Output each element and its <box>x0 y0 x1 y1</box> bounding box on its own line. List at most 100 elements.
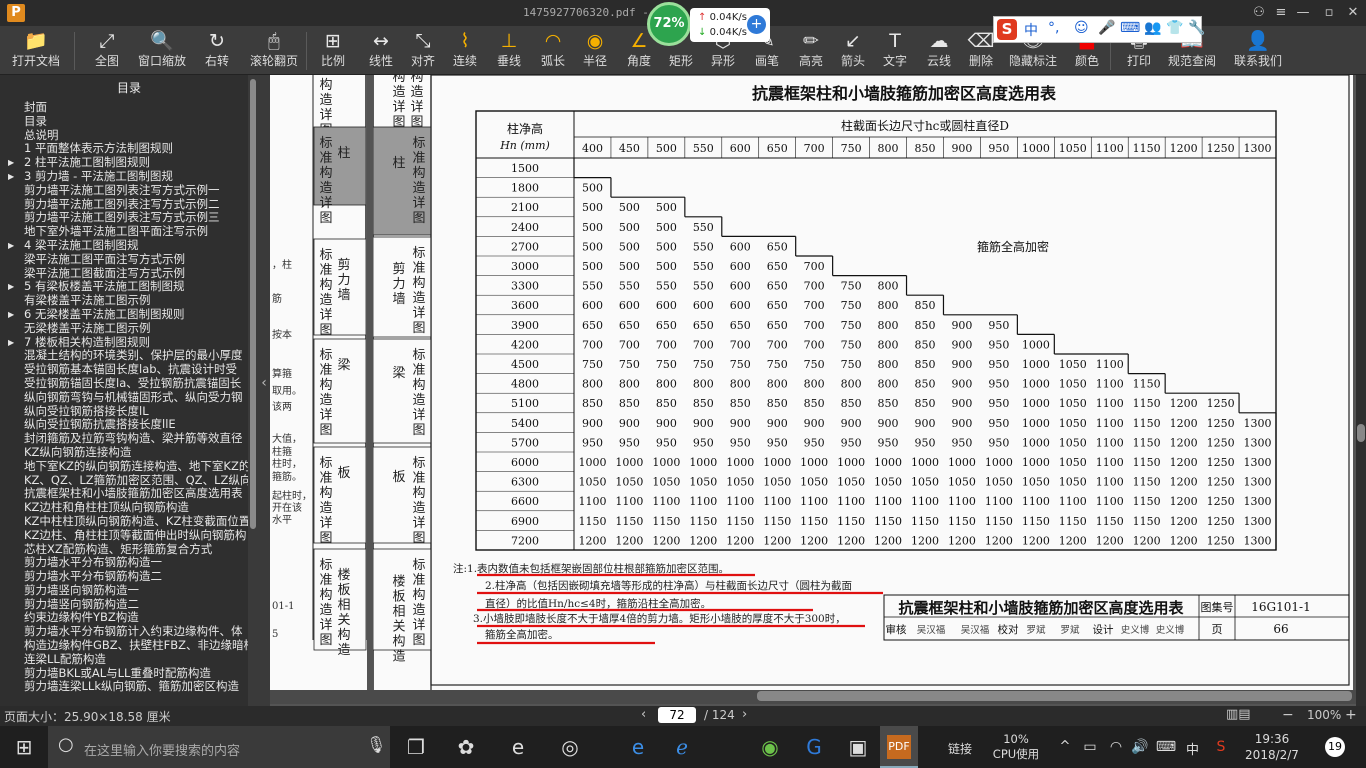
toolbar-contact-button[interactable]: 👤 联系我们 <box>1232 28 1284 74</box>
cpu-monitor[interactable]: 10% CPU使用 <box>992 732 1040 762</box>
toc-item[interactable]: 剪力墙水平分布钢筋构造二 <box>0 570 258 584</box>
toolbar-linear-button[interactable]: ↔ 线性 <box>362 28 400 74</box>
edge-icon[interactable]: e <box>624 726 652 768</box>
toc-item[interactable]: KZ边柱、角柱柱顶等截面伸出时纵向钢筋构 <box>0 529 258 543</box>
network-monitor-badge[interactable]: 72% <box>647 2 691 46</box>
toc-item[interactable]: 总说明 <box>0 129 258 143</box>
toolbar-cloud-button[interactable]: ☁ 云线 <box>920 28 958 74</box>
toolbar-arc-length-button[interactable]: ◠ 弧长 <box>534 28 572 74</box>
toolbar-highlight-button[interactable]: ✏ 高亮 <box>792 28 830 74</box>
toc-item[interactable]: ▶ 6 无梁楼盖平法施工图制图规则 <box>0 308 258 322</box>
horizontal-scroll-thumb[interactable] <box>757 691 1352 701</box>
toc-item[interactable]: 1 平面整体表示方法制图规则 <box>0 142 258 156</box>
task-view-icon[interactable]: ❐ <box>402 726 430 768</box>
toc-item[interactable]: ▶ 3 剪力墙 - 平法施工图制图规 <box>0 170 258 184</box>
toolbar-arrow-button[interactable]: ↙ 箭头 <box>834 28 872 74</box>
toc-item[interactable]: 有梁楼盖平法施工图示例 <box>0 294 258 308</box>
clock[interactable]: 19:36 2018/2/7 <box>1240 731 1304 763</box>
toc-item[interactable]: ▶ 5 有梁板楼盖平法施工图制图规 <box>0 280 258 294</box>
browser-green-icon[interactable]: ◉ <box>756 726 784 768</box>
vertical-scroll-thumb[interactable] <box>1357 424 1365 442</box>
toc-item[interactable]: 梁平法施工图截面注写方式示例 <box>0 267 258 281</box>
collapse-sidebar-icon[interactable]: ‹ <box>258 375 270 399</box>
toc-item[interactable]: 约束边缘构件YBZ构造 <box>0 611 258 625</box>
toc-item[interactable]: 剪力墙连梁LLk纵向钢筋、箍筋加密区构造 <box>0 680 258 694</box>
toc-item[interactable]: 地下室KZ的纵向钢筋连接构造、地下室KZ的 <box>0 460 258 474</box>
toc-item[interactable]: 纵向钢筋弯钩与机械锚固形式、纵向受力钢 <box>0 391 258 405</box>
toolbar-continuous-button[interactable]: ⌇ 连续 <box>446 28 484 74</box>
ie-icon[interactable]: e <box>504 726 532 768</box>
next-page-button[interactable]: › <box>742 707 747 722</box>
toc-item[interactable]: KZ中柱柱顶纵向钢筋构造、KZ柱变截面位置 <box>0 515 258 529</box>
ime-item[interactable]: ☺ <box>1074 20 1089 36</box>
expand-arrow-icon[interactable]: ▶ <box>8 280 14 294</box>
ime-item[interactable]: °, <box>1048 20 1059 36</box>
vertical-scrollbar[interactable] <box>1356 75 1366 706</box>
toolbar-rotate-button[interactable]: ↻ 右转 <box>202 28 232 74</box>
toolbar-text-button[interactable]: T 文字 <box>876 28 914 74</box>
toc-item[interactable]: 构造边缘构件GBZ、扶壁柱FBZ、非边缘暗柱 <box>0 639 258 653</box>
toolbar-fit-all-button[interactable]: ⤢ 全图 <box>90 28 124 74</box>
close-button[interactable]: ✕ <box>1342 3 1364 23</box>
app-pinwheel-icon[interactable]: ✿ <box>452 726 480 768</box>
expand-arrow-icon[interactable]: ▶ <box>8 308 14 322</box>
toc-item[interactable]: 抗震框架柱和小墙肢箍筋加密区高度选用表 <box>0 487 258 501</box>
toc-item[interactable]: 剪力墙平法施工图列表注写方式示例一 <box>0 184 258 198</box>
page-number-input[interactable]: 72 <box>658 707 696 723</box>
expand-arrow-icon[interactable]: ▶ <box>8 336 14 350</box>
ime-indicator[interactable]: 中 <box>1186 739 1199 758</box>
show-hidden-icons[interactable]: ^ <box>1056 726 1074 768</box>
ime-item[interactable]: 👕 <box>1166 20 1183 36</box>
toc-item[interactable]: KZ纵向钢筋连接构造 <box>0 446 258 460</box>
toc-item[interactable]: 受拉钢筋锚固长度la、受拉钢筋抗震锚固长 <box>0 377 258 391</box>
prev-page-button[interactable]: ‹ <box>641 707 646 722</box>
ime-item[interactable]: 🔧 <box>1188 20 1205 36</box>
expand-arrow-icon[interactable]: ▶ <box>8 170 14 184</box>
zoom-out-button[interactable]: − <box>1282 707 1294 723</box>
maximize-button[interactable]: ▫ <box>1318 3 1340 23</box>
browser-g-icon[interactable]: G <box>800 726 828 768</box>
sogou-logo[interactable]: S <box>997 19 1017 40</box>
toc-item[interactable]: 纵向受拉钢筋搭接长度lL <box>0 405 258 419</box>
expand-arrow-icon[interactable]: ▶ <box>8 239 14 253</box>
sogou-tray-icon[interactable]: S <box>1210 726 1232 768</box>
ime-item[interactable]: ⌨ <box>1120 20 1140 36</box>
toc-item[interactable]: 剪力墙水平分布钢筋计入约束边缘构件、体 <box>0 625 258 639</box>
toolbar-radius-button[interactable]: ◉ 半径 <box>576 28 614 74</box>
toc-item[interactable]: 受拉钢筋基本锚固长度lab、抗震设计时受 <box>0 363 258 377</box>
toc-item[interactable]: 剪力墙BKL或AL与LL重叠时配筋构造 <box>0 667 258 681</box>
pdf-app-taskbar-icon[interactable]: PDF <box>880 726 918 768</box>
toc-item[interactable]: 芯柱XZ配筋构造、矩形箍筋复合方式 <box>0 543 258 557</box>
ime-item[interactable]: 🎤 <box>1098 20 1115 36</box>
keyboard-icon[interactable]: ⌨ <box>1154 726 1178 768</box>
toolbar-window-zoom-button[interactable]: 🔍 窗口缩放 <box>138 28 186 74</box>
battery-icon[interactable]: ▭ <box>1080 726 1100 768</box>
toolbar-open-button[interactable]: 📁 打开文档 <box>10 28 62 74</box>
zoom-level[interactable]: 100% <box>1307 708 1341 722</box>
toc-item[interactable]: 混凝土结构的环境类别、保护层的最小厚度 <box>0 349 258 363</box>
toolbar-align-button[interactable]: ⤡ 对齐 <box>404 28 442 74</box>
minimize-button[interactable]: — <box>1292 3 1314 23</box>
toc-item[interactable]: KZ、QZ、LZ箍筋加密区范围、QZ、LZ纵向钢 <box>0 474 258 488</box>
toc-item[interactable]: ▶ 7 楼板相关构造制图规则 <box>0 336 258 350</box>
toc-item[interactable]: 剪力墙平法施工图列表注写方式示例三 <box>0 211 258 225</box>
toolbar-scale-button[interactable]: ⊞ 比例 <box>314 28 352 74</box>
toc-item[interactable]: KZ边柱和角柱柱顶纵向钢筋构造 <box>0 501 258 515</box>
expand-arrow-icon[interactable]: ▶ <box>8 156 14 170</box>
view-mode-icon[interactable]: ▥▤ <box>1226 707 1251 722</box>
toc-scroll-thumb[interactable] <box>250 79 256 529</box>
link-label[interactable]: 链接 <box>948 740 972 757</box>
toc-item[interactable]: ▶ 2 柱平法施工图制图规则 <box>0 156 258 170</box>
toc-item[interactable]: 无梁楼盖平法施工图示例 <box>0 322 258 336</box>
toc-item[interactable]: 剪力墙水平分布钢筋构造一 <box>0 556 258 570</box>
toc-item[interactable]: 纵向受拉钢筋抗震搭接长度llE <box>0 418 258 432</box>
microphone-icon[interactable]: 🎙 <box>366 735 386 754</box>
toc-item[interactable]: 地下室外墙平法施工图平面注写示例 <box>0 225 258 239</box>
start-button[interactable]: ⊞ <box>12 726 36 768</box>
wifi-icon[interactable]: ◠ <box>1106 726 1126 768</box>
menu-icon[interactable]: ≡ <box>1270 3 1292 23</box>
user-icon[interactable]: ⚇ <box>1248 3 1270 23</box>
toc-item[interactable]: 目录 <box>0 115 258 129</box>
toc-item[interactable]: 封面 <box>0 101 258 115</box>
network-plus-icon[interactable]: + <box>747 15 766 34</box>
